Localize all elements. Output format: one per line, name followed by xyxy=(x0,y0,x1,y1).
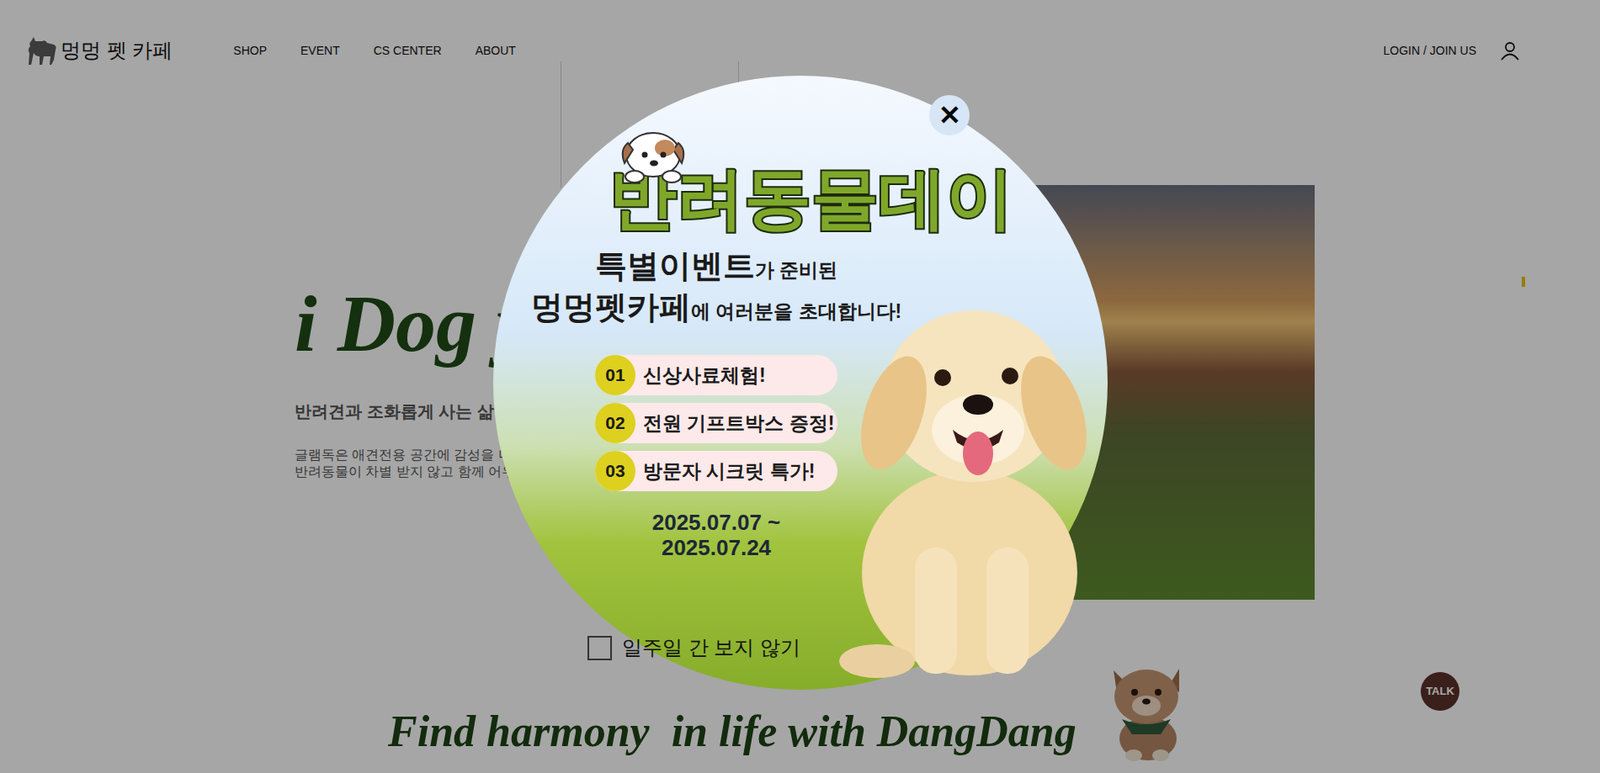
event-popup: ✕ 반려동물데이 특별이벤트가 준비된 멍멍펫카페에 여러분을 초대합니다! 0… xyxy=(493,75,1108,691)
event-label: 방문자 시크릿 특가! xyxy=(643,457,815,487)
hide-week-label: 일주일 간 보지 않기 xyxy=(621,632,801,664)
event-number: 02 xyxy=(595,403,636,444)
event-dates: 2025.07.07 ~ 2025.07.24 xyxy=(493,510,940,561)
intro-strong: 멍멍펫카페 xyxy=(531,288,692,326)
intro-rest: 에 여러분을 초대합니다! xyxy=(691,292,902,330)
hide-week-checkbox[interactable] xyxy=(587,636,612,661)
event-label: 전원 기프트박스 증정! xyxy=(643,409,835,439)
close-glyph: ✕ xyxy=(938,101,962,129)
event-label: 신상사료체험! xyxy=(643,361,766,391)
intro-line: 특별이벤트가 준비된 xyxy=(595,247,838,289)
date-line: 2025.07.24 xyxy=(661,535,771,561)
date-line: 2025.07.07 ~ xyxy=(652,510,782,536)
event-list: 01 신상사료체험! 02 전원 기프트박스 증정! 03 방문자 시크릿 특가… xyxy=(493,355,940,492)
puppy-picture xyxy=(826,270,1105,683)
event-number: 01 xyxy=(595,355,636,396)
event-pill: 02 전원 기프트박스 증정! xyxy=(595,403,838,444)
event-pill: 03 방문자 시크릿 특가! xyxy=(595,451,838,492)
intro-line: 멍멍펫카페에 여러분을 초대합니다! xyxy=(531,288,902,330)
intro-strong: 특별이벤트 xyxy=(595,247,755,285)
close-button[interactable]: ✕ xyxy=(929,95,970,136)
popup-intro: 특별이벤트가 준비된 멍멍펫카페에 여러분을 초대합니다! xyxy=(493,247,940,330)
intro-rest: 가 준비된 xyxy=(754,251,838,289)
peek-dog-icon xyxy=(611,124,696,184)
hide-week-option[interactable]: 일주일 간 보지 않기 xyxy=(587,632,801,664)
popup-content: 반려동물데이 특별이벤트가 준비된 멍멍펫카페에 여러분을 초대합니다! 01 … xyxy=(493,75,1108,664)
event-pill: 01 신상사료체험! xyxy=(595,355,838,396)
event-number: 03 xyxy=(595,451,636,492)
